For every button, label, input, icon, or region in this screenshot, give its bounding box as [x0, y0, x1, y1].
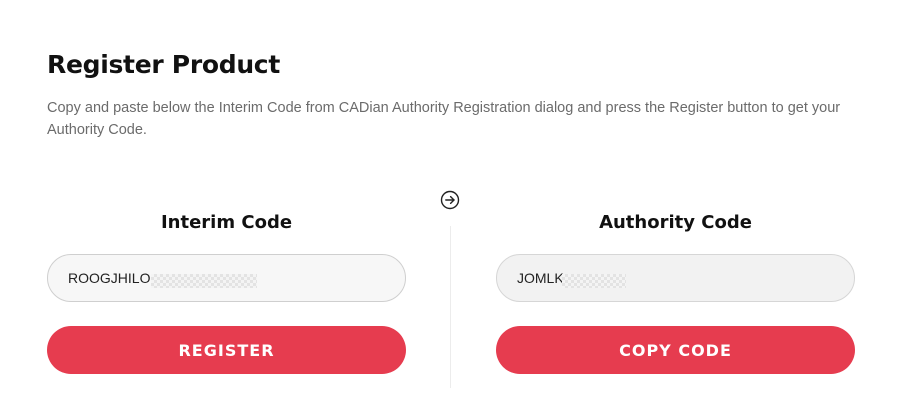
- column-divider: [450, 226, 451, 388]
- page-title: Register Product: [47, 50, 280, 79]
- authority-code-section: Authority Code COPY CODE: [496, 208, 855, 374]
- redacted-code-mask: [151, 274, 257, 288]
- interim-code-heading: Interim Code: [160, 212, 293, 233]
- page-description: Copy and paste below the Interim Code fr…: [47, 100, 841, 138]
- register-button[interactable]: REGISTER: [47, 326, 406, 374]
- arrow-right-circle-icon: [440, 190, 460, 210]
- authority-code-heading: Authority Code: [599, 212, 752, 233]
- interim-code-section: Interim Code REGISTER: [47, 208, 406, 374]
- copy-code-button[interactable]: COPY CODE: [496, 326, 855, 374]
- redacted-code-mask: [562, 274, 626, 288]
- authority-code-input[interactable]: [496, 254, 855, 302]
